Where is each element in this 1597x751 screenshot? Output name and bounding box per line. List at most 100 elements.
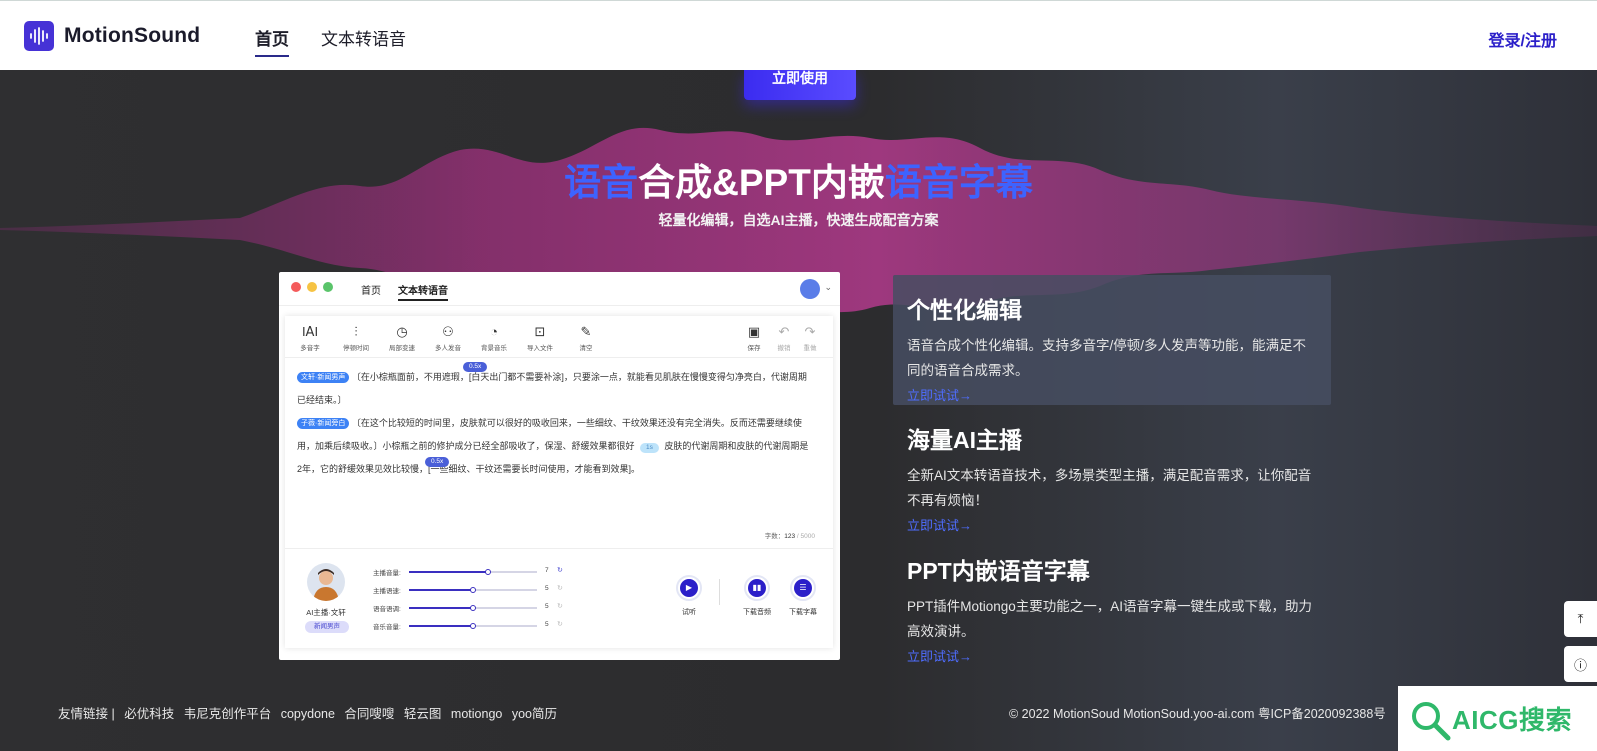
editor-paragraph-2: 子薇·新闻旁白 〔在这个比较短的时间里，皮肤就可以很好的吸收回来，一些细纹、干纹…: [297, 412, 817, 435]
feature-description: PPT插件Motiongo主要功能之一，AI语音字幕一键生成或下载，助力高效演讲…: [907, 599, 1313, 639]
editor-text-span: 〔在小棕瓶面前，不用遮瑕，: [351, 372, 469, 382]
hero-title-part-2: 合成&PPT内嵌: [638, 162, 885, 203]
soundwave-logo-icon: [24, 21, 54, 51]
feature-ai-hosts[interactable]: 海量AI主播 全新AI文本转语音技术，多场景类型主播，满足配音需求，让你配音不再…: [893, 405, 1331, 534]
word-count-label: 字数：: [764, 533, 785, 540]
login-register-link[interactable]: 登录/注册: [1489, 27, 1557, 51]
audio-bars-icon: ▮▮: [748, 579, 766, 597]
tool-label: 多人发音: [435, 345, 461, 352]
reset-icon: ↻: [557, 621, 563, 628]
tool-label: 停顿时间: [343, 345, 369, 352]
editor-text-span: 2年，它的舒缓效果见效比较慢，: [297, 464, 429, 474]
footer-link[interactable]: 必优科技: [124, 707, 174, 721]
footer-link[interactable]: 轻云图: [404, 707, 442, 721]
polyphone-icon: I𝖠I: [301, 324, 319, 339]
slider-label: 主播语速:: [373, 588, 401, 595]
brush-icon: ✎: [580, 324, 592, 339]
window-maximize-dot: [323, 282, 333, 292]
pause-badge: 1s: [640, 443, 659, 453]
slider-host-speed: 主播语速: 5 ↻: [373, 585, 583, 595]
slider-fill: [409, 589, 473, 591]
tool-redo: ↷ 重做: [785, 324, 835, 352]
slider-track: [409, 605, 537, 611]
slider-value: 5: [545, 603, 549, 610]
tool-bgm: ◔ 背景音乐: [469, 324, 519, 352]
reset-icon: ↻: [557, 585, 563, 592]
slider-fill: [409, 625, 473, 627]
host-avatar: [307, 563, 345, 601]
editor-paragraph-2c: 2年，它的舒缓效果见效比较慢，[一些细纹、干纹还需要长时间使用，才能看到效果]。: [297, 458, 817, 481]
editor-toolbar: I𝖠I 多音字 ⫶ 停顿时间 ◷ 局部变速 ⚇ 多人发音 ◔ 背景音乐 ⊡ 导入文件 ✎ 清空…: [285, 316, 833, 358]
app-preview: 首页 文本转语音 ⌄ I𝖠I 多音字 ⫶ 停顿时间 ◷ 局部变速 ⚇ 多人发音 ◔ 背景音…: [279, 272, 840, 660]
preview-listen-button: ▶ 试听: [669, 575, 709, 617]
slider-knob: [470, 623, 476, 629]
action-label: 下载音频: [743, 609, 771, 616]
users-icon: ⚇: [442, 324, 454, 339]
friend-links-label: 友情链接 |: [58, 707, 115, 721]
editor-text-span: 。: [631, 464, 641, 474]
action-label: 试听: [682, 609, 696, 616]
slider-label: 主播音量:: [373, 570, 401, 577]
footer-link[interactable]: 合同嗖嗖: [344, 707, 394, 721]
voice-settings-panel: AI主播·文轩 新闻男声 主播音量: 7 ↻ 主播语速: 5 ↻ 语音语调: 5…: [285, 548, 833, 648]
footer-link[interactable]: copydone: [281, 707, 335, 721]
help-button[interactable]: ⓘ: [1564, 646, 1597, 682]
tool-multi-voice: ⚇ 多人发音: [423, 324, 473, 352]
footer-link[interactable]: motiongo: [451, 707, 502, 721]
feature-ppt-subtitles[interactable]: PPT内嵌语音字幕 PPT插件Motiongo主要功能之一，AI语音字幕一键生成…: [893, 536, 1331, 665]
word-count: 字数：123 / 5000: [765, 530, 815, 540]
feature-personalized-editing[interactable]: 个性化编辑 语音合成个性化编辑。支持多音字/停顿/多人发声等功能，能满足不同的语…: [893, 275, 1331, 405]
subtitle-icon: ☰: [794, 579, 812, 597]
try-now-link[interactable]: 立即试试→: [907, 385, 1317, 404]
try-now-link[interactable]: 立即试试→: [907, 646, 1317, 665]
hero-title-part-3: 语音字幕: [884, 162, 1033, 203]
tool-label: 局部变速: [389, 345, 415, 352]
editor-text-span: 〔在这个比较短的时间里，皮肤就可以很好的吸收回来，一些细纹、干纹效果还没有完全消…: [351, 418, 802, 428]
reset-icon: ↻: [557, 567, 563, 574]
clock-icon: ◷: [396, 324, 408, 339]
slider-label: 音乐音量:: [373, 624, 401, 631]
slider-label: 语音语调:: [373, 606, 401, 613]
brand-logo[interactable]: MotionSound: [24, 21, 200, 51]
brand-name: MotionSound: [64, 24, 201, 47]
hero-subtitle: 轻量化编辑，自选AI主播，快速生成配音方案: [658, 212, 939, 228]
feature-title: 海量AI主播: [907, 427, 1022, 453]
slider-knob: [470, 587, 476, 593]
editor-text-span: 皮肤的代谢周期和皮肤的代谢周期是: [664, 441, 809, 451]
feature-title: 个性化编辑: [907, 297, 1022, 323]
tool-clear: ✎ 清空: [561, 324, 611, 352]
tool-label: 清空: [579, 345, 593, 352]
music-icon: ◔: [490, 324, 498, 339]
tool-import: ⊡ 导入文件: [515, 324, 565, 352]
start-now-button[interactable]: 立即使用: [744, 70, 856, 100]
slider-value: 5: [545, 621, 549, 628]
preview-tab-home: 首页: [361, 286, 381, 297]
slider-value: 7: [545, 567, 549, 574]
redo-icon: ↷: [804, 324, 816, 339]
top-navigation: MotionSound 首页 文本转语音 登录/注册: [0, 0, 1597, 70]
back-to-top-button[interactable]: ⤒: [1564, 601, 1597, 637]
help-circle-icon: ⓘ: [1573, 657, 1587, 673]
nav-text-to-speech[interactable]: 文本转语音: [321, 25, 406, 50]
tool-label: 导入文件: [527, 345, 553, 352]
footer-link[interactable]: yoo简历: [512, 707, 557, 721]
watermark-text: AICG搜索: [1452, 705, 1573, 735]
action-label: 下载字幕: [789, 609, 817, 616]
preview-user-avatar: [800, 279, 820, 299]
slider-track: [409, 569, 537, 575]
window-close-dot: [291, 282, 301, 292]
tool-pause: ⫶ 停顿时间: [331, 324, 381, 352]
editor-text-span: [一些细纹、干纹还需要长时间使用，才能看到效果]: [428, 464, 632, 474]
nav-home[interactable]: 首页: [255, 25, 289, 57]
play-icon: ▶: [680, 579, 698, 597]
slider-track: [409, 623, 537, 629]
host-voice-tag: 新闻男声: [305, 621, 349, 633]
footer-friend-links: 友情链接 | 必优科技 韦尼克创作平台 copydone 合同嗖嗖 轻云图 mo…: [58, 703, 563, 722]
try-now-link[interactable]: 立即试试→: [907, 515, 1317, 534]
editor-paragraph-1: 文轩·新闻男声 〔在小棕瓶面前，不用遮瑕，[白天出门都不需要补涂]，只要涂一点，…: [297, 366, 817, 389]
footer-link[interactable]: 韦尼克创作平台: [184, 707, 272, 721]
slider-fill: [409, 571, 489, 573]
hero-title: 语音合成&PPT内嵌语音字幕: [0, 152, 1597, 206]
download-audio-button: ▮▮ 下载音频: [737, 575, 777, 617]
slider-knob: [485, 569, 492, 575]
